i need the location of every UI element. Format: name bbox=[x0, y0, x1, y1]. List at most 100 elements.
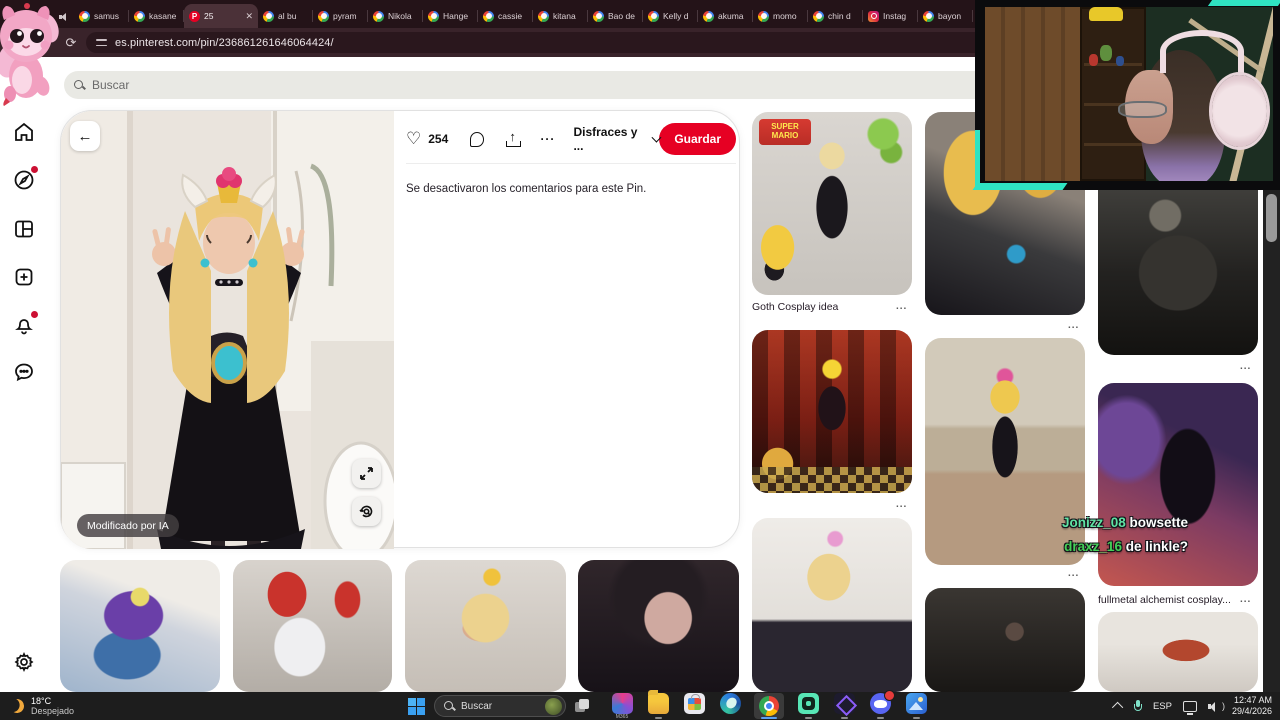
network-icon[interactable] bbox=[1182, 700, 1197, 715]
discord-app[interactable] bbox=[868, 690, 895, 719]
m365-copilot-app[interactable]: M365 bbox=[610, 693, 634, 720]
tab-hange[interactable]: Hange bbox=[423, 4, 478, 28]
weather-widget[interactable]: 18°C Despejado bbox=[10, 696, 74, 717]
tab-bao[interactable]: Bao de bbox=[588, 4, 643, 28]
pin-team-rocket-cosplay[interactable] bbox=[233, 560, 392, 692]
headphone-band bbox=[1160, 29, 1244, 73]
search-icon bbox=[444, 700, 455, 712]
overlay-accent bbox=[1207, 0, 1280, 6]
pin-goth-demon-cosplay[interactable] bbox=[578, 560, 739, 692]
create-icon[interactable] bbox=[12, 265, 36, 289]
pin-actions-row: ♡ 254 ↑ ··· Disfraces y ... Guardar bbox=[406, 121, 737, 157]
google-favicon bbox=[758, 10, 769, 22]
messages-icon[interactable] bbox=[12, 360, 36, 384]
save-button[interactable]: Guardar bbox=[659, 123, 737, 155]
google-favicon bbox=[318, 10, 329, 22]
streaming-app[interactable] bbox=[796, 693, 820, 719]
pin-detail-card: ← Modificado por IA ♡ 254 ↑ ··· Disfrace… bbox=[60, 110, 740, 549]
glasses bbox=[1118, 101, 1167, 119]
tab-kelly[interactable]: Kelly d bbox=[643, 4, 698, 28]
chat-message: Jonizz_08 bowsette bbox=[1061, 515, 1188, 530]
google-favicon bbox=[648, 10, 659, 22]
google-favicon bbox=[813, 10, 824, 22]
like-count: 254 bbox=[428, 132, 449, 146]
overlay-accent bbox=[975, 130, 980, 190]
language-indicator[interactable]: ESP bbox=[1153, 701, 1172, 712]
tab-kasane[interactable]: kasane bbox=[129, 4, 184, 28]
tab-instagram[interactable]: Instag bbox=[863, 4, 918, 28]
figurine bbox=[1088, 53, 1098, 66]
board-selector[interactable]: Disfraces y ... bbox=[573, 125, 645, 153]
ai-modified-badge: Modificado por IA bbox=[77, 514, 179, 537]
screen: samus kasane P 25 ✕ al bu pyram Nikola Han… bbox=[0, 0, 1280, 720]
tab-al-bu[interactable]: al bu bbox=[258, 4, 313, 28]
streamer bbox=[1112, 29, 1273, 181]
expand-image-button[interactable] bbox=[352, 459, 381, 488]
explore-icon[interactable] bbox=[12, 166, 38, 192]
like-heart-icon[interactable]: ♡ bbox=[406, 129, 421, 149]
pin-more-icon[interactable]: ... bbox=[1068, 568, 1079, 579]
windows-start-button[interactable] bbox=[408, 697, 425, 715]
pin-image-bowsette-cosplay[interactable]: ← Modificado por IA bbox=[61, 111, 394, 549]
pin-n64-bowsette-render[interactable] bbox=[752, 330, 912, 493]
scrollbar-thumb[interactable] bbox=[1266, 194, 1277, 242]
pin-shower-cosplay[interactable] bbox=[1098, 612, 1258, 692]
tab-samus[interactable]: samus bbox=[74, 4, 129, 28]
file-explorer-app[interactable] bbox=[646, 690, 670, 719]
chrome-browser-app-active[interactable] bbox=[754, 693, 784, 719]
task-view-button[interactable] bbox=[575, 699, 591, 713]
tab-pinterest-active[interactable]: P 25 ✕ bbox=[184, 4, 258, 28]
google-favicon bbox=[703, 10, 714, 22]
more-options-icon[interactable]: ··· bbox=[540, 132, 555, 146]
site-settings-icon[interactable] bbox=[96, 38, 107, 47]
taskbar-search[interactable]: Buscar bbox=[434, 695, 566, 717]
boards-icon[interactable] bbox=[12, 217, 36, 241]
tab-akuma[interactable]: akuma bbox=[698, 4, 753, 28]
pinterest-favicon: P bbox=[189, 10, 200, 22]
temperature: 18°C bbox=[31, 695, 52, 706]
photos-app[interactable] bbox=[904, 693, 928, 719]
tab-nikola[interactable]: Nikola bbox=[368, 4, 423, 28]
search-input[interactable] bbox=[92, 78, 292, 92]
pin-more-icon[interactable]: ... bbox=[896, 499, 907, 510]
notification-badge bbox=[884, 690, 895, 701]
tab-pyram[interactable]: pyram bbox=[313, 4, 368, 28]
edge-browser-app[interactable] bbox=[718, 693, 742, 719]
comment-icon[interactable] bbox=[470, 131, 485, 147]
pin-bowsette-white[interactable] bbox=[752, 518, 912, 692]
tab-chin[interactable]: chin d bbox=[808, 4, 863, 28]
clock[interactable]: 12:47 AM 29/4/2026 bbox=[1232, 695, 1272, 718]
pin-bowsette-crown-cosplay[interactable] bbox=[405, 560, 566, 692]
back-button[interactable]: ← bbox=[70, 121, 100, 151]
home-icon[interactable] bbox=[12, 120, 36, 144]
date: 29/4/2026 bbox=[1231, 706, 1272, 716]
reload-icon[interactable]: ⟳ bbox=[62, 35, 80, 51]
pin-super-mario-goth[interactable]: SUPER MARIO bbox=[752, 112, 912, 295]
pin-more-icon[interactable]: ... bbox=[1240, 361, 1251, 372]
tab-cassie[interactable]: cassie bbox=[478, 4, 533, 28]
pin-dark-cosplay[interactable] bbox=[925, 588, 1085, 692]
notification-dot bbox=[31, 166, 38, 173]
microsoft-store-app[interactable] bbox=[682, 693, 706, 719]
volume-icon[interactable]: ) bbox=[1207, 701, 1225, 712]
notifications-icon[interactable] bbox=[12, 311, 38, 337]
tab-bayon[interactable]: bayon bbox=[918, 4, 973, 28]
pin-skeletor-cosplay[interactable] bbox=[60, 560, 220, 692]
settings-icon[interactable] bbox=[12, 650, 36, 674]
webcam-video bbox=[985, 7, 1273, 181]
visual-search-lens-button[interactable] bbox=[352, 497, 381, 526]
windows-taskbar: 18°C Despejado Buscar M365 ESP) 12:47 A… bbox=[0, 690, 1280, 720]
close-tab-icon[interactable]: ✕ bbox=[245, 11, 253, 22]
pin-more-icon[interactable]: ... bbox=[896, 301, 907, 312]
pin-caption[interactable]: Goth Cosplay idea bbox=[752, 301, 838, 313]
medal-clip-app[interactable] bbox=[832, 693, 856, 719]
tab-kitana[interactable]: kitana bbox=[533, 4, 588, 28]
pin-more-icon[interactable]: ... bbox=[1068, 320, 1079, 331]
google-favicon bbox=[79, 10, 90, 22]
pin-more-icon[interactable]: ... bbox=[1240, 594, 1251, 605]
tab-momo[interactable]: momo bbox=[753, 4, 808, 28]
hidden-icons-chevron[interactable] bbox=[1111, 701, 1124, 714]
pin-caption[interactable]: fullmetal alchemist cosplay... bbox=[1098, 594, 1231, 606]
microphone-icon[interactable] bbox=[1133, 699, 1142, 713]
share-icon[interactable]: ↑ bbox=[506, 129, 522, 147]
